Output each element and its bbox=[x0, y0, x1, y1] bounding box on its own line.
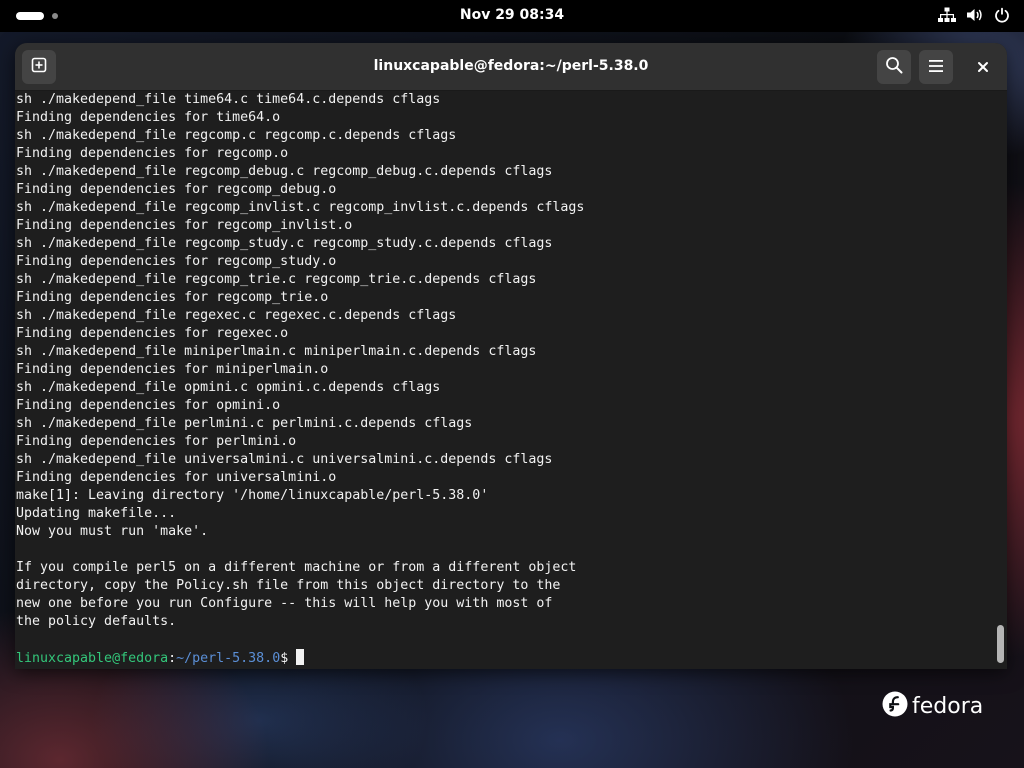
terminal-line: sh ./makedepend_file regcomp.c regcomp.c… bbox=[16, 128, 457, 143]
terminal-line: Finding dependencies for time64.o bbox=[16, 110, 281, 125]
desktop-background: Nov 29 08:34 linuxcapable@fedora:~/perl-… bbox=[0, 0, 1024, 768]
power-icon[interactable] bbox=[994, 7, 1010, 23]
terminal-line: Finding dependencies for regcomp_invlist… bbox=[16, 218, 353, 233]
terminal-scrollbar[interactable] bbox=[996, 93, 1004, 667]
terminal-line: Finding dependencies for regcomp_trie.o bbox=[16, 290, 329, 305]
close-icon bbox=[977, 58, 989, 77]
prompt-symbol: $ bbox=[280, 651, 297, 666]
terminal-line: sh ./makedepend_file perlmini.c perlmini… bbox=[16, 416, 473, 431]
terminal-line: sh ./makedepend_file regcomp_study.c reg… bbox=[16, 236, 553, 251]
network-icon[interactable] bbox=[938, 7, 956, 23]
terminal-line: new one before you run Configure -- this… bbox=[16, 596, 553, 611]
terminal-line: Finding dependencies for opmini.o bbox=[16, 398, 281, 413]
system-tray[interactable] bbox=[938, 7, 1010, 23]
terminal-window: linuxcapable@fedora:~/perl-5.38.0 sh ./m… bbox=[15, 43, 1007, 669]
search-icon bbox=[885, 56, 903, 78]
menu-icon bbox=[928, 58, 944, 77]
terminal-line: sh ./makedepend_file opmini.c opmini.c.d… bbox=[16, 380, 441, 395]
terminal-line: Finding dependencies for perlmini.o bbox=[16, 434, 297, 449]
terminal-line: Finding dependencies for regcomp_study.o bbox=[16, 254, 337, 269]
window-headerbar[interactable]: linuxcapable@fedora:~/perl-5.38.0 bbox=[15, 43, 1007, 91]
terminal-line: sh ./makedepend_file miniperlmain.c mini… bbox=[16, 344, 537, 359]
terminal-line: Updating makefile... bbox=[16, 506, 177, 521]
terminal-line: Finding dependencies for miniperlmain.o bbox=[16, 362, 329, 377]
terminal-line: make[1]: Leaving directory '/home/linuxc… bbox=[16, 488, 489, 503]
terminal-line: sh ./makedepend_file regexec.c regexec.c… bbox=[16, 308, 457, 323]
scrollbar-thumb[interactable] bbox=[997, 625, 1004, 663]
window-title: linuxcapable@fedora:~/perl-5.38.0 bbox=[373, 58, 649, 74]
volume-icon[interactable] bbox=[966, 7, 984, 23]
search-button[interactable] bbox=[877, 50, 911, 84]
terminal-line: sh ./makedepend_file time64.c time64.c.d… bbox=[16, 92, 441, 107]
terminal-line: sh ./makedepend_file regcomp_debug.c reg… bbox=[16, 164, 553, 179]
terminal-lines: sh ./makedepend_file time64.c time64.c.d… bbox=[16, 91, 996, 649]
terminal-output[interactable]: sh ./makedepend_file time64.c time64.c.d… bbox=[15, 91, 996, 669]
terminal-line: the policy defaults. bbox=[16, 614, 177, 629]
prompt-user-host: linuxcapable@fedora bbox=[16, 651, 169, 666]
fedora-logo-icon bbox=[882, 691, 908, 721]
text-cursor bbox=[296, 649, 305, 665]
terminal-line: directory, copy the Policy.sh file from … bbox=[16, 578, 561, 593]
new-tab-button[interactable] bbox=[22, 50, 56, 84]
terminal-prompt-line[interactable]: linuxcapable@fedora:~/perl-5.38.0$ bbox=[16, 649, 996, 667]
terminal-line: Finding dependencies for regexec.o bbox=[16, 326, 289, 341]
prompt-path: ~/perl-5.38.0 bbox=[176, 651, 281, 666]
top-bar: Nov 29 08:34 bbox=[0, 0, 1024, 32]
terminal-line: sh ./makedepend_file regcomp_invlist.c r… bbox=[16, 200, 585, 215]
main-menu-button[interactable] bbox=[919, 50, 953, 84]
new-tab-icon bbox=[31, 57, 47, 77]
terminal-line: Finding dependencies for regcomp.o bbox=[16, 146, 289, 161]
clock[interactable]: Nov 29 08:34 bbox=[0, 7, 1024, 23]
terminal-line: Now you must run 'make'. bbox=[16, 524, 209, 539]
terminal-line: If you compile perl5 on a different mach… bbox=[16, 560, 577, 575]
fedora-logo-text: fedora bbox=[912, 693, 984, 719]
fedora-logo: fedora bbox=[882, 691, 983, 721]
terminal-line: Finding dependencies for universalmini.o bbox=[16, 470, 337, 485]
prompt-separator: : bbox=[168, 651, 177, 666]
terminal-line: sh ./makedepend_file regcomp_trie.c regc… bbox=[16, 272, 537, 287]
terminal-line: sh ./makedepend_file universalmini.c uni… bbox=[16, 452, 553, 467]
close-button[interactable] bbox=[966, 50, 1000, 84]
terminal-line: Finding dependencies for regcomp_debug.o bbox=[16, 182, 337, 197]
